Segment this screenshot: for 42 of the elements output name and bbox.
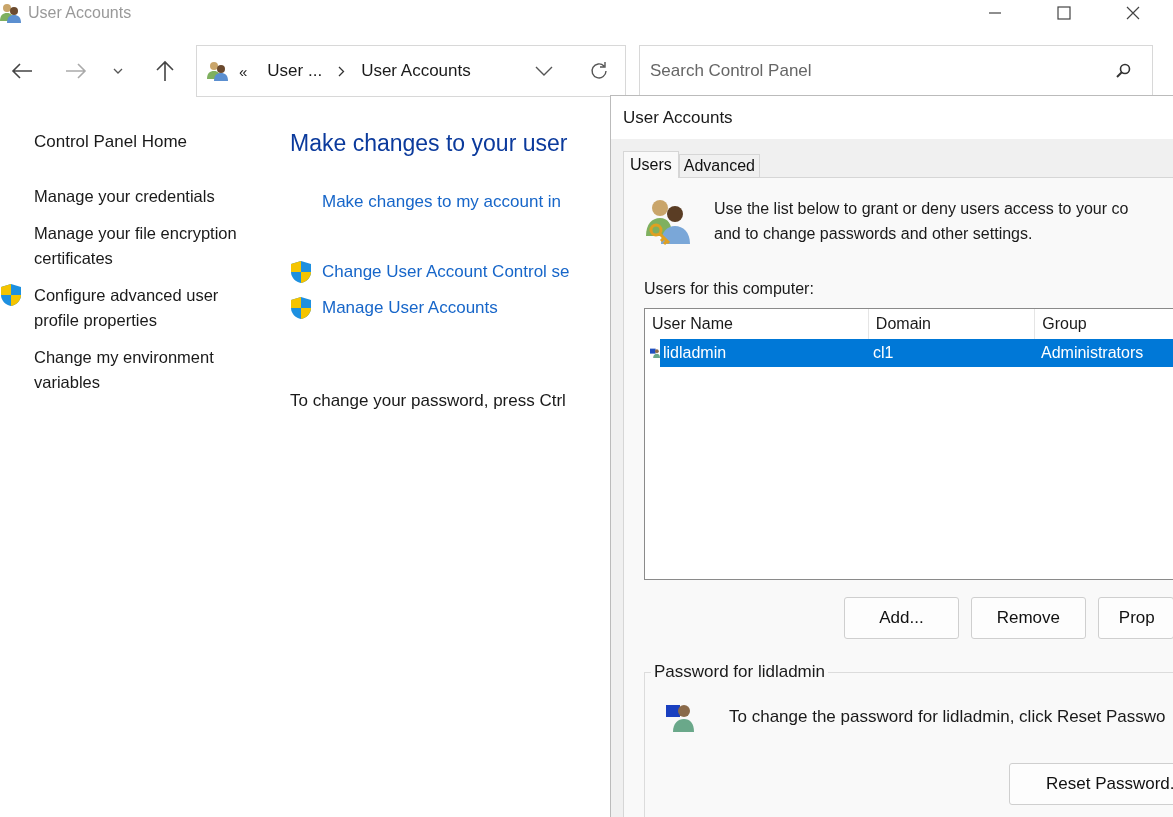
refresh-icon[interactable] [589, 61, 609, 81]
breadcrumb[interactable]: User ... [267, 61, 323, 81]
tab[interactable]: Advanced [678, 154, 760, 177]
dialog-button[interactable]: Remove [970, 597, 1086, 639]
password-instructions: To change the password for lidladmin, click Reset Passwo [729, 707, 1166, 727]
window-title: User Accounts [28, 4, 132, 22]
instructions-text: and to change passwords and other settings. [714, 224, 1034, 244]
list-label: Users for this computer: [644, 280, 815, 298]
users-icon [207, 61, 229, 81]
table-cell-text: Administrators [1040, 344, 1145, 362]
sidebar-link[interactable]: Manage your file encryption certificates [34, 221, 260, 271]
user-row[interactable]: lidladmin cl1 Administrators [660, 339, 1173, 367]
page-heading: Make changes to your user [290, 130, 569, 157]
up-arrow-icon[interactable] [155, 60, 175, 82]
sidebar-link[interactable]: Change my environment variables [34, 345, 260, 395]
task-link[interactable]: Make changes to my account in [322, 192, 562, 212]
dialog-button[interactable]: Add... [844, 597, 959, 639]
reset-password-button[interactable]: Reset Password. [1009, 763, 1173, 805]
overflow-chevron[interactable]: « [239, 62, 248, 80]
breadcrumb[interactable]: User Accounts [361, 61, 471, 81]
search-field[interactable]: Search Control Panel [639, 45, 1153, 97]
table-cell-text: cl1 [872, 344, 895, 362]
dialog-button[interactable]: Prop [1097, 597, 1173, 639]
task-link[interactable]: Manage User Accounts [322, 298, 498, 318]
instructions-text: Use the list below to grant or deny users access to your co [714, 199, 1129, 219]
back-arrow-icon[interactable] [11, 62, 33, 80]
sidebar-link[interactable]: Configure advanced user profile properties [34, 283, 260, 333]
chevron-icon[interactable] [113, 68, 123, 74]
search-icon [1115, 63, 1131, 79]
task-link[interactable]: Change User Account Control se [322, 262, 570, 282]
address-bar[interactable]: « User ... User Accounts [196, 45, 626, 97]
close-icon[interactable] [1126, 6, 1140, 20]
dialog-title: User Accounts [623, 107, 733, 128]
sidebar-link[interactable]: Manage your credentials [34, 184, 260, 209]
dropdown-icon[interactable] [535, 66, 553, 76]
separator-icon [338, 65, 346, 77]
sidebar-link[interactable]: Control Panel Home [34, 132, 290, 152]
password-note: To change your password, press Ctrl [290, 391, 567, 411]
table-cell-text: lidladmin [662, 344, 728, 362]
maximize-icon[interactable] [1057, 6, 1071, 20]
users-icon [0, 3, 22, 23]
tab[interactable]: Users [623, 151, 679, 178]
